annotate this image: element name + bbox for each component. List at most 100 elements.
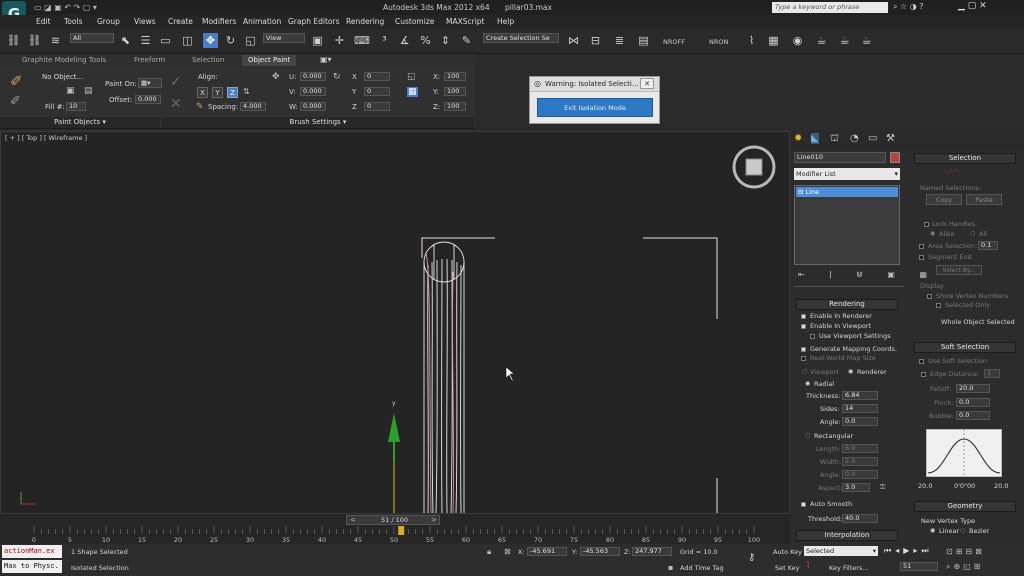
selected-only-checkbox[interactable] [936, 303, 941, 308]
rectangular-radio[interactable]: ○ [805, 432, 810, 439]
viewport-radio[interactable]: ○ [802, 368, 807, 375]
menu-modifiers[interactable]: Modifiers [202, 17, 236, 26]
angle-snap-icon[interactable]: ∡ [397, 33, 412, 48]
scale-x-spinner[interactable]: 100 [444, 72, 466, 81]
nron-label[interactable]: NRON [709, 38, 728, 46]
menu-customize[interactable]: Customize [395, 17, 434, 26]
all-radio[interactable]: ○ [970, 230, 975, 237]
brush-settings-panel-title[interactable]: Brush Settings ▾ [162, 117, 474, 128]
utilities-tab-icon[interactable]: ⚒ [886, 133, 895, 144]
stack-tools-icons[interactable]: ⇤ ǀ ⋓ ▣ ▦ [798, 270, 938, 279]
gen-mapping-checkbox[interactable] [801, 347, 806, 352]
use-soft-selection-checkbox[interactable] [919, 359, 924, 364]
scale-icon[interactable]: ◱ [243, 33, 258, 48]
nroff-label[interactable]: NROFF [663, 38, 685, 46]
align-z-button[interactable]: Z [227, 87, 238, 98]
lock-handles-checkbox[interactable] [924, 222, 929, 227]
menu-help[interactable]: Help [497, 17, 514, 26]
schematic-view-icon[interactable]: ▦ [766, 33, 781, 48]
absolute-mode-icon[interactable]: ⊠ [504, 547, 511, 556]
spacing-spinner[interactable]: 4.000 [240, 102, 266, 111]
w-spinner[interactable]: 0.000 [300, 102, 326, 111]
u-spinner[interactable]: 0.000 [300, 72, 326, 81]
y-coord-field[interactable]: -45.563 [580, 547, 620, 556]
copy-button[interactable]: Copy [926, 194, 962, 205]
commit-icon[interactable]: ✓ [170, 74, 182, 90]
radial-radio[interactable]: ◉ [805, 380, 810, 387]
paint-on-dropdown[interactable]: ▦▾ [138, 78, 162, 88]
graphite-toggle-icon[interactable]: ▤ [636, 33, 651, 48]
tab-graphite-modeling[interactable]: Graphite Modeling Tools [16, 55, 112, 66]
add-time-tag-button[interactable]: Add Time Tag [680, 564, 724, 572]
edge-distance-spinner[interactable]: 1 [984, 369, 1000, 378]
use-viewport-settings-checkbox[interactable] [810, 334, 815, 339]
rendering-rollout-title[interactable]: Rendering [796, 299, 898, 310]
set-key-button[interactable]: Set Key [775, 564, 800, 572]
menu-animation[interactable]: Animation [243, 17, 281, 26]
edge-distance-checkbox[interactable] [921, 372, 926, 377]
time-slider-prev-icon[interactable]: < [350, 516, 356, 524]
bind-space-warp-icon[interactable]: ≋ [48, 33, 63, 48]
rot-z-spinner[interactable]: 0 [364, 102, 390, 111]
time-slider[interactable]: < 51 / 100 > [346, 515, 440, 525]
length-spinner[interactable]: 6.0 [842, 444, 878, 453]
mirror-icon[interactable]: ⋈ [566, 33, 581, 48]
spinner-snap-icon[interactable]: ⇕ [438, 33, 453, 48]
scale-z-spinner[interactable]: 100 [444, 102, 466, 111]
snaps-toggle-icon[interactable]: ³ [377, 33, 392, 48]
cancel-icon[interactable]: ✕ [170, 96, 182, 112]
select-by-button[interactable]: Select By... [936, 265, 982, 275]
sub-object-level-icons[interactable]: · ⁄ ◠ [945, 168, 959, 176]
menu-maxscript[interactable]: MAXScript [446, 17, 485, 26]
align-x-button[interactable]: X [197, 87, 208, 98]
render-setup-icon[interactable]: ☕ [814, 33, 829, 48]
modifier-list-dropdown[interactable]: Modifier List ▾ [794, 168, 900, 180]
window-crossing-icon[interactable]: ◫ [180, 33, 195, 48]
fill-brush-icon[interactable]: ✐ [10, 94, 21, 109]
real-world-checkbox[interactable] [801, 356, 806, 361]
auto-key-button[interactable]: Auto Key [773, 548, 802, 556]
key-selection-dropdown[interactable]: Selected ▾ [804, 546, 878, 556]
threshold-spinner[interactable]: 40.0 [842, 514, 878, 523]
interpolation-rollout-title[interactable]: Interpolation [796, 530, 898, 541]
ribbon-options-icon[interactable]: ▣▾ [320, 55, 332, 64]
key-filters-button[interactable]: Key Filters... [829, 564, 869, 572]
hierarchy-tab-icon[interactable]: ⛫ [830, 133, 839, 146]
search-input[interactable]: Type a keyword or phrase [772, 2, 888, 13]
rect-selection-icon[interactable]: ▭ [158, 33, 173, 48]
time-slider-next-icon[interactable]: > [431, 516, 437, 524]
geometry-rollout-title[interactable]: Geometry [914, 501, 1016, 512]
thickness-spinner[interactable]: 6.84 [842, 391, 878, 400]
modify-tab-icon[interactable]: ◣ [811, 133, 819, 144]
manipulate-icon[interactable]: ✛ [332, 33, 347, 48]
pick-icon[interactable]: ▣ [66, 86, 75, 96]
menu-rendering[interactable]: Rendering [346, 17, 384, 26]
lock-aspect-icon[interactable]: ⚿ [880, 483, 885, 492]
menu-edit[interactable]: Edit [36, 17, 51, 26]
paint-objects-panel-title[interactable]: Paint Objects ▾ [0, 117, 160, 128]
uniform-scale-icon[interactable]: ▦ [407, 87, 418, 97]
stack-item-line[interactable]: ⊟ Line [796, 187, 898, 197]
named-selection-dropdown[interactable]: Create Selection Se [483, 33, 559, 43]
viewport-nav-icons-top[interactable]: ⊡⊞⊟⊠ [946, 547, 985, 556]
aspect-spinner[interactable]: 3.0 [842, 483, 870, 492]
current-frame-field[interactable]: 51 [900, 562, 938, 571]
render-production-icon[interactable]: ☕ [859, 33, 874, 48]
edit-named-sel-icon[interactable]: ✎ [459, 33, 474, 48]
v-spinner[interactable]: 0.000 [300, 87, 326, 96]
select-object-icon[interactable]: ⬉ [118, 33, 133, 48]
linear-radio[interactable]: ◉ [930, 527, 935, 534]
tab-freeform[interactable]: Freeform [128, 55, 171, 66]
exit-isolation-button[interactable]: Exit Isolation Mode [537, 98, 653, 117]
rendered-frame-icon[interactable]: ☕ [837, 33, 852, 48]
ref-coord-dropdown[interactable]: View [263, 33, 305, 43]
bubble-spinner[interactable]: 0.0 [956, 411, 990, 420]
key-filter-icon[interactable]: ⌇ [806, 561, 810, 571]
segment-end-checkbox[interactable] [919, 255, 924, 260]
playback-controls-icons[interactable]: ⏮◂▶▸⏭ [884, 546, 933, 556]
modifier-stack[interactable]: ⊟ Line [794, 185, 900, 265]
object-name-field[interactable]: Line010 [794, 152, 886, 163]
menu-tools[interactable]: Tools [64, 17, 82, 26]
renderer-radio[interactable]: ◉ [848, 368, 853, 375]
timeline-track[interactable]: 0 5 10 15 20 25 30 35 40 45 50 55 60 65 70 75 80 85 90 95 10… [0, 526, 790, 544]
